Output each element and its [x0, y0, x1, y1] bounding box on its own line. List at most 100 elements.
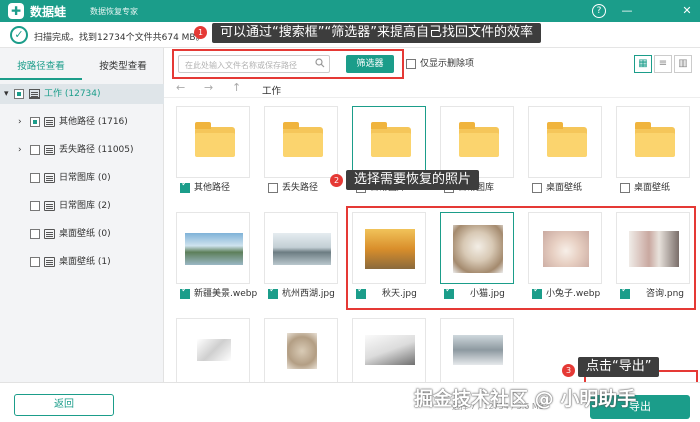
- tree-label: 工作 (12734): [44, 89, 101, 99]
- item-name: 新疆美景.webp: [194, 289, 258, 299]
- image-item[interactable]: [434, 312, 520, 382]
- image-thumbnail[interactable]: [176, 318, 250, 382]
- folder-thumbnail[interactable]: [176, 106, 250, 178]
- folder-item[interactable]: 桌面壁纸: [522, 100, 608, 196]
- folder-icon: [44, 145, 55, 155]
- keys-photo: [197, 339, 231, 361]
- tree-node-gallery-b[interactable]: 日常图库 (2): [0, 196, 164, 216]
- image-item[interactable]: [170, 312, 256, 382]
- close-button[interactable]: ✕: [680, 4, 694, 18]
- folder-thumbnail[interactable]: [352, 106, 426, 178]
- tab-by-type[interactable]: 按类型查看: [82, 56, 164, 80]
- detail-view-icon[interactable]: ▥: [674, 55, 692, 73]
- folder-icon: [459, 122, 499, 157]
- folder-item[interactable]: 其他路径: [170, 100, 256, 196]
- lake-photo: [273, 233, 331, 265]
- tree-checkbox[interactable]: [30, 229, 40, 239]
- item-checkbox[interactable]: [268, 284, 278, 299]
- tab-by-path[interactable]: 按路径查看: [0, 56, 82, 80]
- check-circle-icon: ✓: [10, 26, 28, 44]
- folder-icon: [195, 122, 235, 157]
- item-checkbox[interactable]: [532, 183, 542, 193]
- tree-node-lost-path[interactable]: › 丢失路径 (11005): [0, 140, 164, 160]
- item-checkbox[interactable]: [620, 183, 630, 193]
- image-thumbnail[interactable]: [264, 212, 338, 284]
- item-checkbox[interactable]: [180, 178, 190, 193]
- tree-checkbox[interactable]: [30, 173, 40, 183]
- help-icon[interactable]: ?: [592, 4, 606, 18]
- tree-node-gallery-a[interactable]: 日常图库 (0): [0, 168, 164, 188]
- callout-select-photos: 选择需要恢复的照片: [346, 170, 480, 190]
- grid-view-icon[interactable]: ▦: [634, 55, 652, 73]
- item-name: 丢失路径: [282, 183, 319, 193]
- folder-icon: [44, 173, 55, 183]
- only-deleted-checkbox[interactable]: [406, 59, 416, 69]
- folder-icon: [547, 122, 587, 157]
- office-photo: [453, 335, 503, 365]
- folder-thumbnail[interactable]: [264, 106, 338, 178]
- callout-export: 点击“导出”: [578, 357, 660, 377]
- callout-number-2: 2: [330, 174, 343, 187]
- app-subtitle: 数据恢复专家: [90, 7, 138, 16]
- tree-node-other-path[interactable]: › 其他路径 (1716): [0, 112, 164, 132]
- image-thumbnail[interactable]: [440, 318, 514, 382]
- view-tabs: 按路径查看 按类型查看: [0, 56, 164, 80]
- item-name: 杭州西湖.jpg: [282, 289, 335, 299]
- callout-number-1: 1: [194, 26, 207, 39]
- tree-label: 丢失路径 (11005): [59, 145, 134, 155]
- up-arrow-icon[interactable]: ↑: [232, 81, 241, 94]
- laptop-photo: [365, 335, 415, 365]
- only-deleted-toggle[interactable]: 仅显示删除项: [406, 58, 474, 70]
- forward-arrow-icon[interactable]: →: [204, 81, 213, 94]
- callout-search-filter: 可以通过“搜索框”“筛选器”来提高自己找回文件的效率: [212, 23, 541, 43]
- image-thumbnail[interactable]: [352, 318, 426, 382]
- scan-status-text: 扫描完成。找到12734个文件共674 MB。: [34, 33, 205, 43]
- collapse-arrow-icon[interactable]: ▾: [4, 84, 9, 104]
- app-logo-icon: ✚: [8, 3, 24, 19]
- image-item[interactable]: 新疆美景.webp: [170, 206, 258, 302]
- minimize-button[interactable]: —: [620, 4, 634, 18]
- search-input[interactable]: 在此处输入文件名称或保存路径: [178, 55, 330, 73]
- folder-icon: [44, 117, 55, 127]
- folder-item[interactable]: 桌面壁纸: [610, 100, 696, 196]
- tree-checkbox[interactable]: [30, 117, 40, 127]
- back-button[interactable]: 返回: [14, 394, 114, 416]
- list-view-icon[interactable]: ≡: [654, 55, 672, 73]
- image-thumbnail[interactable]: [264, 318, 338, 382]
- item-name: 其他路径: [194, 183, 231, 193]
- tree-checkbox[interactable]: [30, 201, 40, 211]
- expand-arrow-icon[interactable]: ›: [18, 112, 22, 132]
- filter-button[interactable]: 筛选器: [346, 55, 394, 73]
- tree-label: 日常图库 (0): [59, 173, 111, 183]
- back-arrow-icon[interactable]: ←: [176, 81, 185, 94]
- folder-icon: [283, 122, 323, 157]
- expand-arrow-icon[interactable]: ›: [18, 140, 22, 160]
- tree-checkbox[interactable]: [14, 89, 24, 99]
- left-panel: 按路径查看 按类型查看 ▾ 工作 (12734) › 其他路径 (1716) ›…: [0, 48, 164, 382]
- tree-node-work[interactable]: ▾ 工作 (12734): [0, 84, 164, 104]
- item-checkbox[interactable]: [180, 284, 190, 299]
- search-icon[interactable]: [315, 58, 325, 68]
- app-brand: 数据蛙: [30, 5, 67, 19]
- highlight-selected-photos: [346, 206, 696, 310]
- only-deleted-label: 仅显示删除项: [420, 59, 475, 69]
- folder-thumbnail[interactable]: [440, 106, 514, 178]
- folder-thumbnail[interactable]: [528, 106, 602, 178]
- item-name: 桌面壁纸: [546, 183, 583, 193]
- image-item[interactable]: [258, 312, 344, 382]
- image-thumbnail[interactable]: [176, 212, 250, 284]
- image-item[interactable]: [346, 312, 432, 382]
- folder-icon: [44, 229, 55, 239]
- tree-checkbox[interactable]: [30, 257, 40, 267]
- callout-number-3: 3: [562, 364, 575, 377]
- tree-label: 其他路径 (1716): [59, 117, 128, 127]
- folder-icon: [371, 122, 411, 157]
- image-item[interactable]: 杭州西湖.jpg: [258, 206, 344, 302]
- tree-label: 桌面壁纸 (1): [59, 257, 111, 267]
- tree-label: 日常图库 (2): [59, 201, 111, 211]
- tree-node-wallpaper-b[interactable]: 桌面壁纸 (1): [0, 252, 164, 272]
- folder-thumbnail[interactable]: [616, 106, 690, 178]
- tree-node-wallpaper-a[interactable]: 桌面壁纸 (0): [0, 224, 164, 244]
- tree-checkbox[interactable]: [30, 145, 40, 155]
- item-checkbox[interactable]: [268, 183, 278, 193]
